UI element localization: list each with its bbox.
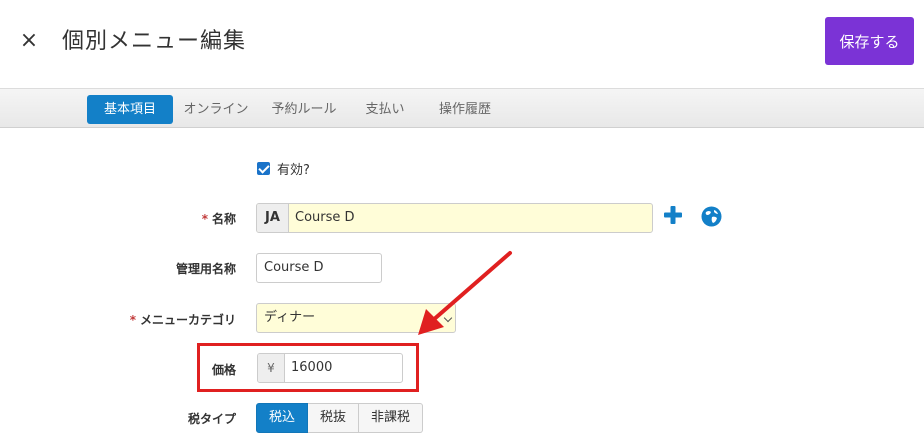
menu-category-label: メニューカテゴリ [139, 313, 236, 327]
tab-online[interactable]: オンライン [180, 95, 252, 124]
tab-history[interactable]: 操作履歴 [428, 95, 502, 124]
plus-icon[interactable] [663, 205, 683, 225]
admin-name-input[interactable]: Course D [256, 253, 382, 283]
name-input[interactable]: Course D [295, 204, 355, 232]
required-mark: * [201, 212, 208, 226]
tax-type-option-exempt[interactable]: 非課税 [359, 403, 424, 433]
menu-category-label-row: * メニューカテゴリ [96, 311, 236, 328]
tax-type-option-excluded[interactable]: 税抜 [308, 403, 360, 433]
enabled-label: 有効? [277, 163, 310, 178]
enabled-checkbox[interactable] [257, 162, 270, 175]
menu-category-value: ディナー [264, 310, 316, 325]
language-code-badge: JA [257, 204, 289, 232]
tab-payment[interactable]: 支払い [355, 95, 415, 124]
tab-reservation-rules[interactable]: 予約ルール [265, 95, 343, 124]
tax-type-label: 税タイプ [187, 412, 236, 426]
page-title: 個別メニュー編集 [62, 29, 247, 54]
tab-bar: 基本項目 オンライン 予約ルール 支払い 操作履歴 [0, 88, 924, 128]
tax-type-segmented-control: 税込 税抜 非課税 [256, 403, 424, 433]
highlight-box [197, 343, 419, 392]
globe-icon[interactable] [701, 206, 722, 227]
name-label-row: * 名称 [96, 210, 236, 227]
required-mark: * [129, 313, 136, 327]
save-button[interactable]: 保存する [825, 17, 914, 65]
header: × 個別メニュー編集 保存する [0, 0, 924, 88]
name-label: 名称 [211, 212, 236, 226]
admin-name-label: 管理用名称 [175, 262, 236, 276]
tab-basic[interactable]: 基本項目 [87, 95, 173, 124]
arrow-annotation-icon [418, 251, 512, 335]
tax-type-option-included[interactable]: 税込 [256, 403, 309, 433]
name-input-group[interactable]: JA Course D [256, 203, 653, 233]
close-icon[interactable]: × [17, 27, 41, 55]
